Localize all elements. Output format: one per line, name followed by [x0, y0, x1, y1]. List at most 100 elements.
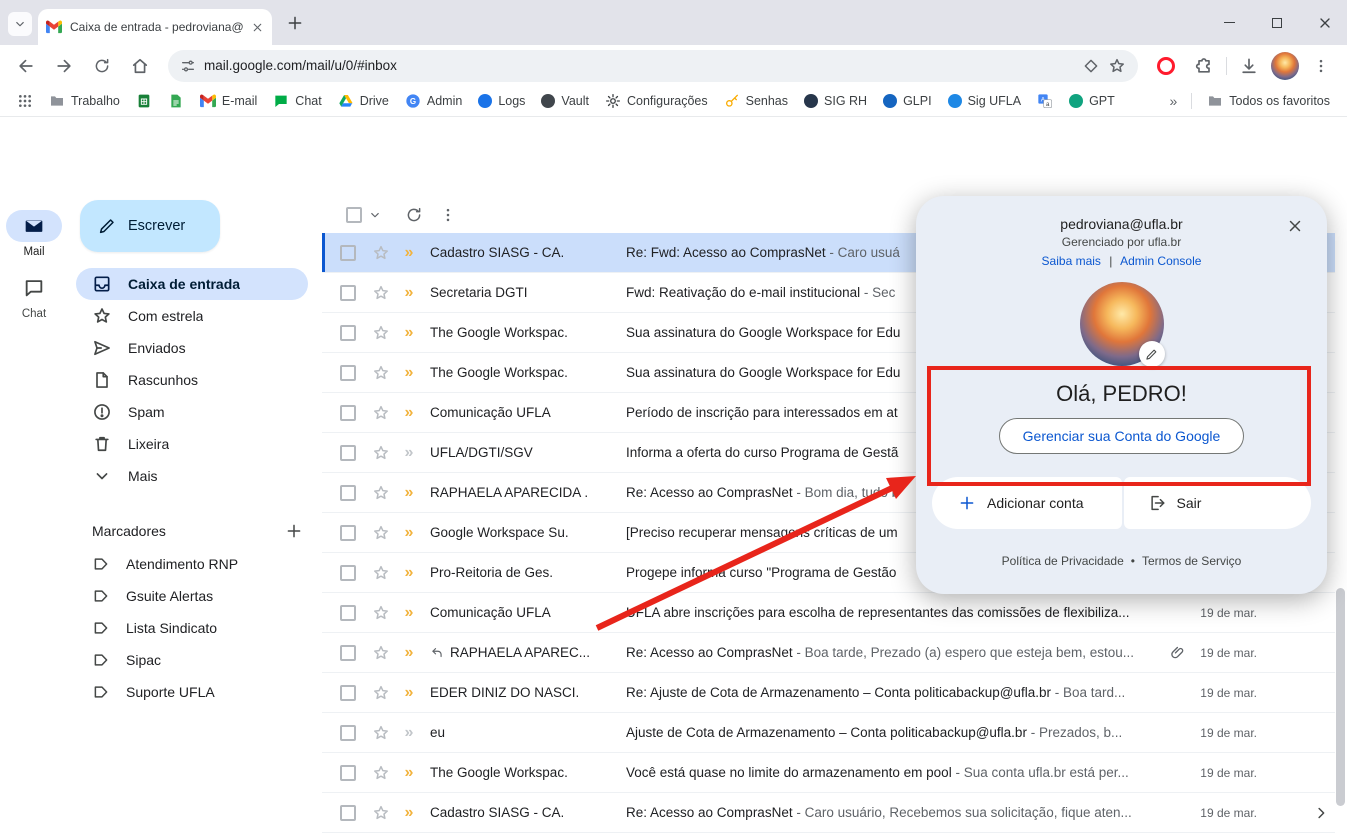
importance-marker[interactable]: »: [400, 485, 418, 501]
sign-out-button[interactable]: Sair: [1124, 477, 1312, 529]
star-icon[interactable]: [372, 404, 390, 422]
email-checkbox[interactable]: [340, 725, 356, 741]
bookmark-star-icon[interactable]: [1108, 57, 1126, 75]
star-icon[interactable]: [372, 284, 390, 302]
sidebar-item-enviados[interactable]: Enviados: [76, 332, 308, 364]
side-panel-toggle[interactable]: [1303, 795, 1339, 831]
email-row[interactable]: »RAPHAELA APAREC...Re: Acesso ao Compras…: [322, 633, 1335, 673]
select-all-checkbox[interactable]: [346, 207, 362, 223]
star-icon[interactable]: [372, 724, 390, 742]
bookmark-item-senhas[interactable]: Senhas: [717, 90, 795, 112]
star-icon[interactable]: [372, 364, 390, 382]
window-maximize-button[interactable]: [1269, 15, 1285, 31]
email-checkbox[interactable]: [340, 485, 356, 501]
sidebar-item-rascunhos[interactable]: Rascunhos: [76, 364, 308, 396]
email-row[interactable]: »The Google Workspac.Você está quase no …: [322, 753, 1335, 793]
rail-item-mail[interactable]: Mail: [0, 210, 68, 258]
email-checkbox[interactable]: [340, 805, 356, 821]
bookmark-item-chat[interactable]: Chat: [266, 90, 328, 112]
email-checkbox[interactable]: [340, 645, 356, 661]
rail-item-chat[interactable]: Chat: [0, 272, 68, 320]
refresh-button[interactable]: [398, 199, 430, 231]
email-row[interactable]: »Cadastro SIASG - CA.Re: Acesso ao Compr…: [322, 793, 1335, 833]
browser-profile-avatar[interactable]: [1271, 52, 1299, 80]
bookmark-item-logs[interactable]: Logs: [471, 91, 532, 111]
star-icon[interactable]: [372, 244, 390, 262]
back-button[interactable]: [10, 50, 42, 82]
sidebar-item-com-estrela[interactable]: Com estrela: [76, 300, 308, 332]
bookmark-item-admin[interactable]: GAdmin: [398, 90, 469, 112]
importance-marker[interactable]: »: [400, 645, 418, 661]
email-checkbox[interactable]: [340, 605, 356, 621]
importance-marker[interactable]: »: [400, 245, 418, 261]
importance-marker[interactable]: »: [400, 605, 418, 621]
privacy-link[interactable]: Política de Privacidade: [1002, 554, 1124, 568]
importance-marker[interactable]: »: [400, 565, 418, 581]
admin-console-link[interactable]: Admin Console: [1120, 254, 1201, 268]
star-icon[interactable]: [372, 564, 390, 582]
compose-button[interactable]: Escrever: [80, 200, 220, 252]
site-settings-icon[interactable]: [180, 58, 196, 74]
sidebar-label-item[interactable]: Atendimento RNP: [76, 548, 308, 580]
sidebar-label-item[interactable]: Sipac: [76, 644, 308, 676]
bookmark-item-glpi[interactable]: GLPI: [876, 91, 939, 111]
email-checkbox[interactable]: [340, 365, 356, 381]
sidebar-item-spam[interactable]: Spam: [76, 396, 308, 428]
opera-extension-button[interactable]: [1150, 50, 1182, 82]
home-button[interactable]: [124, 50, 156, 82]
address-action-icon[interactable]: [1082, 57, 1100, 75]
sidebar-item-caixa-de-entrada[interactable]: Caixa de entrada: [76, 268, 308, 300]
extensions-button[interactable]: [1188, 50, 1220, 82]
importance-marker[interactable]: »: [400, 405, 418, 421]
importance-marker[interactable]: »: [400, 525, 418, 541]
sidebar-item-mais[interactable]: Mais: [76, 460, 308, 492]
email-checkbox[interactable]: [340, 445, 356, 461]
bookmark-item-vault[interactable]: Vault: [534, 91, 596, 111]
star-icon[interactable]: [372, 604, 390, 622]
bookmark-item-apps[interactable]: [10, 90, 40, 112]
email-checkbox[interactable]: [340, 685, 356, 701]
window-close-button[interactable]: [1317, 15, 1333, 31]
tab-search-button[interactable]: [8, 12, 32, 36]
bookmark-item-drive[interactable]: Drive: [331, 90, 396, 112]
terms-link[interactable]: Termos de Serviço: [1142, 554, 1241, 568]
bookmark-item-sig-rh[interactable]: SIG RH: [797, 91, 874, 111]
window-minimize-button[interactable]: [1221, 15, 1237, 31]
bookmark-item-sheets[interactable]: [129, 90, 159, 112]
email-row[interactable]: »Comunicação UFLAUFLA abre inscrições pa…: [322, 593, 1335, 633]
more-actions-button[interactable]: [432, 199, 464, 231]
star-icon[interactable]: [372, 804, 390, 822]
sidebar-label-item[interactable]: Gsuite Alertas: [76, 580, 308, 612]
bookmark-item-translate[interactable]: Aa: [1030, 90, 1060, 112]
email-row[interactable]: »euAjuste de Cota de Armazenamento – Con…: [322, 713, 1335, 753]
email-row[interactable]: »EDER DINIZ DO NASCI.Re: Ajuste de Cota …: [322, 673, 1335, 713]
importance-marker[interactable]: »: [400, 805, 418, 821]
browser-menu-button[interactable]: [1305, 50, 1337, 82]
downloads-button[interactable]: [1233, 50, 1265, 82]
importance-marker[interactable]: »: [400, 685, 418, 701]
reload-button[interactable]: [86, 50, 118, 82]
edit-photo-button[interactable]: [1139, 341, 1165, 367]
bookmark-item-configuracoes[interactable]: Configurações: [598, 90, 715, 112]
star-icon[interactable]: [372, 684, 390, 702]
bookmark-item-trabalho[interactable]: Trabalho: [42, 90, 127, 112]
email-checkbox[interactable]: [340, 285, 356, 301]
sidebar-item-lixeira[interactable]: Lixeira: [76, 428, 308, 460]
select-dropdown-icon[interactable]: [368, 208, 382, 222]
star-icon[interactable]: [372, 524, 390, 542]
popup-close-button[interactable]: [1277, 208, 1313, 244]
importance-marker[interactable]: »: [400, 725, 418, 741]
sidebar-label-item[interactable]: Suporte UFLA: [76, 676, 308, 708]
star-icon[interactable]: [372, 764, 390, 782]
learn-more-link[interactable]: Saiba mais: [1042, 254, 1101, 268]
new-tab-button[interactable]: [286, 14, 304, 32]
star-icon[interactable]: [372, 644, 390, 662]
tab-close-icon[interactable]: [251, 21, 264, 34]
browser-tab[interactable]: Caixa de entrada - pedroviana@: [38, 9, 272, 45]
sidebar-label-item[interactable]: Lista Sindicato: [76, 612, 308, 644]
all-favorites-button[interactable]: Todos os favoritos: [1200, 90, 1337, 112]
bookmark-item-sig-ufla[interactable]: Sig UFLA: [941, 91, 1029, 111]
bookmark-item-email[interactable]: E-mail: [193, 90, 264, 112]
add-label-button[interactable]: [280, 517, 308, 545]
bookmark-item-gpt[interactable]: GPT: [1062, 91, 1122, 111]
